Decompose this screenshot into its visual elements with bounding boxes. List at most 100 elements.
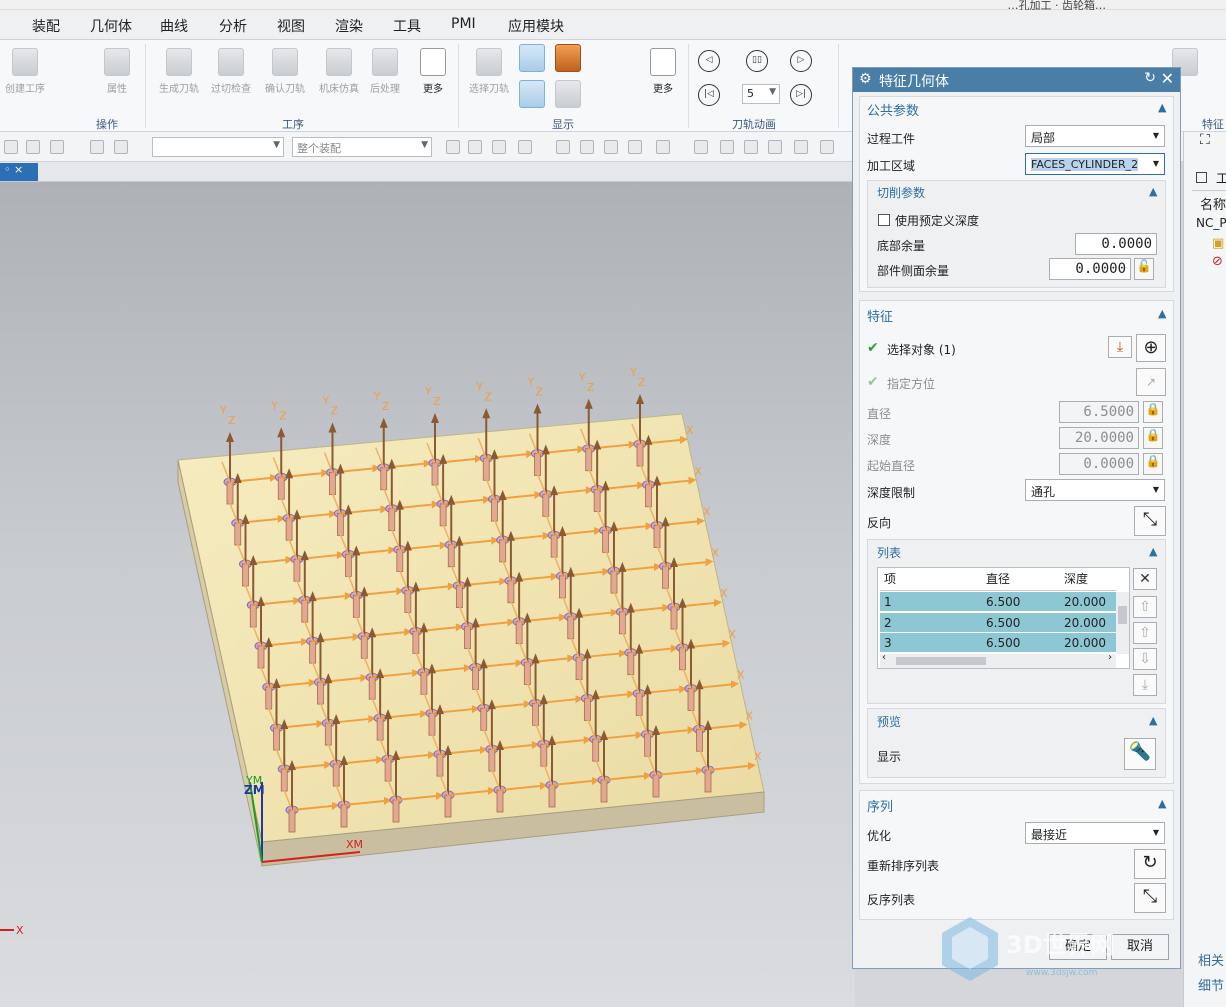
table-row[interactable]: 1 6.500 20.000	[880, 592, 1116, 612]
more-operations-button[interactable]: 更多	[408, 44, 458, 95]
nc-program-root[interactable]: NC_P	[1196, 216, 1226, 230]
csys-icon[interactable]: ↗	[1136, 368, 1166, 396]
move-down-icon[interactable]: ⇩	[1133, 648, 1157, 670]
side-stock-input[interactable]: 0.0000	[1049, 258, 1131, 280]
curve-icon[interactable]	[794, 140, 808, 154]
horizontal-scrollbar[interactable]: ‹ ›	[880, 652, 1116, 668]
lock-icon[interactable]: 🔒	[1143, 427, 1163, 449]
scrollbar-thumb[interactable]	[896, 657, 986, 665]
fit-view-icon[interactable]: ⛶	[1200, 132, 1216, 158]
menu-applications[interactable]: 应用模块	[508, 16, 564, 36]
related-tab[interactable]: 相关	[1198, 950, 1224, 969]
machine-simulation-button[interactable]: 机床仿真	[314, 44, 364, 95]
filter-icon[interactable]	[90, 140, 104, 154]
reverse-list-icon[interactable]: ⤡	[1134, 883, 1166, 913]
anim-to-end-button[interactable]: ▷|	[790, 84, 812, 106]
postprocess-button[interactable]: 后处理	[360, 44, 410, 95]
arc-icon[interactable]	[820, 140, 834, 154]
anim-pause-button[interactable]: ▯▯	[746, 50, 768, 72]
snap-center-icon[interactable]	[518, 140, 532, 154]
process-workpiece-select[interactable]: 局部 ▼	[1025, 125, 1165, 147]
snap-intersect-icon[interactable]	[580, 140, 594, 154]
checkbox-icon[interactable]	[1196, 172, 1207, 183]
details-tab[interactable]: 细节	[1198, 975, 1224, 994]
menu-analysis[interactable]: 分析	[219, 16, 247, 36]
move-bottom-icon[interactable]: ⤓	[1133, 674, 1157, 696]
bottom-stock-input[interactable]: 0.0000	[1075, 233, 1157, 255]
snap-mid-icon[interactable]	[492, 140, 506, 154]
depth-limit-select[interactable]: 通孔 ▼	[1025, 479, 1165, 501]
refresh-icon[interactable]: ↻	[1134, 849, 1166, 879]
menu-view[interactable]: 视图	[277, 16, 305, 36]
generate-toolpath-button[interactable]: 生成刀轨	[154, 44, 204, 95]
collapse-chevron-icon[interactable]: ▲	[1158, 797, 1166, 810]
scrollbar-thumb[interactable]	[1118, 606, 1127, 624]
column-header-diameter[interactable]: 直径	[986, 570, 1010, 590]
move-up-icon[interactable]: ⇧	[1133, 596, 1157, 618]
assembly-scope-select[interactable]: 整个装配 ▼	[292, 137, 432, 157]
anim-step-forward-button[interactable]: ▷	[790, 50, 812, 72]
menu-icon[interactable]	[4, 140, 18, 154]
select-icon[interactable]	[50, 140, 64, 154]
menu-geometry[interactable]: 几何体	[90, 16, 132, 36]
select-toolpath-button[interactable]: 选择刀轨	[464, 44, 514, 95]
anim-step-back-button[interactable]: ◁	[698, 50, 720, 72]
snap-face-icon[interactable]	[628, 140, 642, 154]
move-up-icon[interactable]: ⇧	[1133, 622, 1157, 644]
preview-heading[interactable]: 预览	[877, 713, 901, 730]
type-filter-select[interactable]: ▼	[152, 137, 284, 157]
snap-end-icon[interactable]	[468, 140, 482, 154]
diameter-input[interactable]: 6.5000	[1059, 401, 1139, 423]
column-header-depth[interactable]: 深度	[1064, 570, 1088, 590]
reverse-direction-icon[interactable]: ⤡	[1134, 506, 1166, 536]
display-tool-button[interactable]	[548, 40, 588, 76]
lock-icon[interactable]: 🔓	[1134, 258, 1154, 280]
scroll-left-icon[interactable]: ‹	[882, 652, 886, 663]
vertical-scrollbar[interactable]	[1116, 592, 1129, 654]
snap-point-icon[interactable]	[446, 140, 460, 154]
display-report-button[interactable]	[548, 76, 588, 112]
scroll-right-icon[interactable]: ›	[1108, 652, 1112, 663]
common-params-heading[interactable]: 公共参数	[867, 100, 919, 119]
filter-settings-icon[interactable]	[114, 140, 128, 154]
snap-icon[interactable]	[26, 140, 40, 154]
feature-heading[interactable]: 特征	[867, 306, 893, 325]
select-object-label[interactable]: 选择对象 (1)	[887, 341, 956, 358]
column-header-item[interactable]: 项	[884, 570, 896, 590]
graphics-viewport[interactable]: YZYZYZYZYZYZYZYZYZXXXXXXXXX YM ZM XM X	[0, 182, 855, 1007]
anim-to-start-button[interactable]: |◁	[698, 84, 720, 106]
menu-render[interactable]: 渲染	[335, 16, 363, 36]
menu-curve[interactable]: 曲线	[160, 16, 188, 36]
list-heading[interactable]: 列表	[877, 544, 901, 561]
properties-button[interactable]: 属性	[92, 44, 142, 95]
collapse-chevron-icon[interactable]: ▲	[1149, 185, 1157, 198]
more-display-button[interactable]: 更多	[638, 44, 688, 95]
use-predefined-depth-checkbox[interactable]	[878, 214, 890, 226]
document-tab[interactable]: ◦ ×	[0, 163, 38, 181]
display-toolpath-toggle[interactable]	[512, 40, 552, 76]
close-icon[interactable]: ✕	[1161, 69, 1174, 88]
delete-icon[interactable]: ✕	[1133, 568, 1157, 590]
snap-point-on-curve-icon[interactable]	[656, 140, 670, 154]
cut-params-heading[interactable]: 切削参数	[877, 184, 925, 201]
depth-input[interactable]: 20.0000	[1059, 427, 1139, 449]
sequence-heading[interactable]: 序列	[867, 796, 893, 815]
component-icon[interactable]	[720, 140, 734, 154]
reset-icon[interactable]: ↻	[1144, 70, 1156, 86]
display-blank-toggle[interactable]	[512, 76, 552, 112]
snap-edge-icon[interactable]	[604, 140, 618, 154]
gouge-check-button[interactable]: 过切检查	[206, 44, 256, 95]
create-operation-button[interactable]: 创建工序	[0, 44, 50, 95]
collapse-chevron-icon[interactable]: ▲	[1158, 307, 1166, 320]
name-column-header[interactable]: 名称	[1200, 194, 1226, 213]
collapse-chevron-icon[interactable]: ▲	[1149, 545, 1157, 558]
line-icon[interactable]	[768, 140, 782, 154]
menu-pmi[interactable]: PMI	[451, 16, 476, 32]
optimize-select[interactable]: 最接近 ▼	[1025, 822, 1165, 844]
snap-quadrant-icon[interactable]	[556, 140, 570, 154]
lock-icon[interactable]: 🔒	[1143, 401, 1163, 423]
machining-area-select[interactable]: FACES_CYLINDER_2 ▼	[1025, 153, 1165, 175]
lock-icon[interactable]: 🔒	[1143, 453, 1163, 475]
anim-speed-select[interactable]: 5 ▼	[742, 84, 780, 104]
section-icon[interactable]	[744, 140, 758, 154]
